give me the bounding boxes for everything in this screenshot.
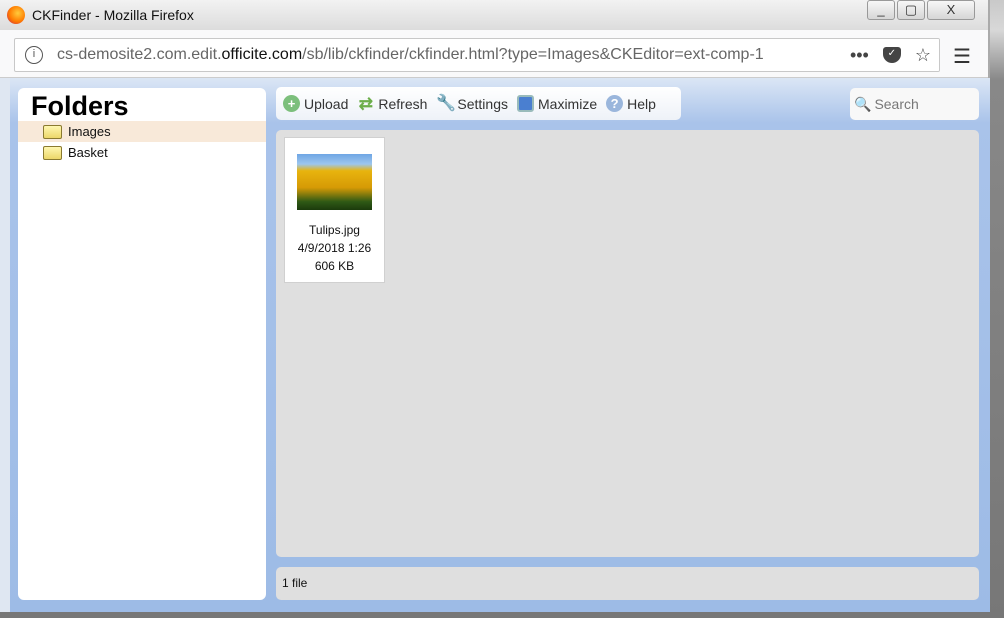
browser-window: CKFinder - Mozilla Firefox i cs-demosite…	[0, 0, 990, 612]
settings-button[interactable]: 🔧 Settings	[436, 95, 508, 112]
refresh-label: Refresh	[378, 95, 428, 112]
maximize-icon	[517, 95, 534, 112]
folder-label: Basket	[68, 145, 108, 160]
search-icon: 🔍	[854, 95, 872, 112]
upload-button[interactable]: + Upload	[283, 95, 348, 112]
url-bar[interactable]: i cs-demosite2.com.edit. officite.com/sb/…	[14, 38, 940, 72]
file-name: Tulips.jpg	[309, 223, 360, 237]
refresh-icon: ⇄	[358, 94, 373, 113]
folder-item-images[interactable]: Images	[18, 121, 266, 142]
help-label: Help	[627, 95, 656, 112]
folder-item-basket[interactable]: Basket	[18, 142, 266, 163]
url-prefix: cs-demosite2.com.edit.	[57, 46, 222, 63]
file-size: 606 KB	[314, 259, 355, 273]
file-item[interactable]: Tulips.jpg 4/9/2018 1:26 606 KB	[284, 137, 385, 283]
folder-icon	[43, 124, 62, 139]
bookmark-star-icon[interactable]: ☆	[915, 45, 931, 66]
files-panel: Tulips.jpg 4/9/2018 1:26 606 KB	[276, 130, 979, 557]
folder-icon	[43, 145, 62, 160]
pocket-icon[interactable]: ✓	[882, 47, 901, 63]
upload-label: Upload	[304, 95, 349, 112]
search-placeholder: Search	[874, 96, 919, 112]
url-suffix: /sb/lib/ckfinder/ckfinder.html?type=Imag…	[302, 46, 764, 63]
close-button[interactable]: X	[927, 0, 975, 20]
url-domain: officite.com	[221, 46, 303, 63]
status-bar: 1 file	[276, 567, 979, 600]
restore-button[interactable]: ▢	[897, 0, 925, 20]
file-thumbnail	[297, 154, 372, 210]
search-input[interactable]: 🔍 Search	[850, 88, 979, 120]
maximize-button[interactable]: Maximize	[517, 95, 597, 112]
file-date: 4/9/2018 1:26	[297, 241, 372, 255]
help-icon: ?	[606, 95, 624, 112]
hamburger-menu-icon[interactable]: ☰	[953, 44, 971, 69]
refresh-button[interactable]: ⇄ Refresh	[357, 94, 428, 113]
folders-panel: Folders Images Basket	[18, 88, 266, 600]
minimize-button[interactable]: _	[867, 0, 895, 20]
wrench-icon: 🔧	[436, 95, 457, 112]
nav-bar: i cs-demosite2.com.edit. officite.com/sb/…	[0, 30, 988, 78]
upload-icon: +	[283, 95, 300, 112]
more-actions-icon[interactable]: •••	[850, 45, 869, 66]
toolbar: + Upload ⇄ Refresh 🔧 Settings Maximize ? Hel…	[276, 87, 681, 120]
info-icon[interactable]: i	[25, 46, 43, 64]
settings-label: Settings	[457, 95, 508, 112]
folders-heading: Folders	[31, 91, 129, 121]
help-button[interactable]: ? Help	[606, 95, 656, 112]
window-controls: _ ▢ X	[867, 0, 984, 22]
title-bar: CKFinder - Mozilla Firefox	[0, 0, 988, 30]
maximize-label: Maximize	[538, 95, 598, 112]
window-title: CKFinder - Mozilla Firefox	[32, 7, 194, 23]
firefox-logo-icon	[7, 6, 25, 24]
ckfinder-app: Folders Images Basket + Upload ⇄ Refresh 🔧…	[10, 78, 990, 612]
folder-label: Images	[68, 124, 111, 139]
